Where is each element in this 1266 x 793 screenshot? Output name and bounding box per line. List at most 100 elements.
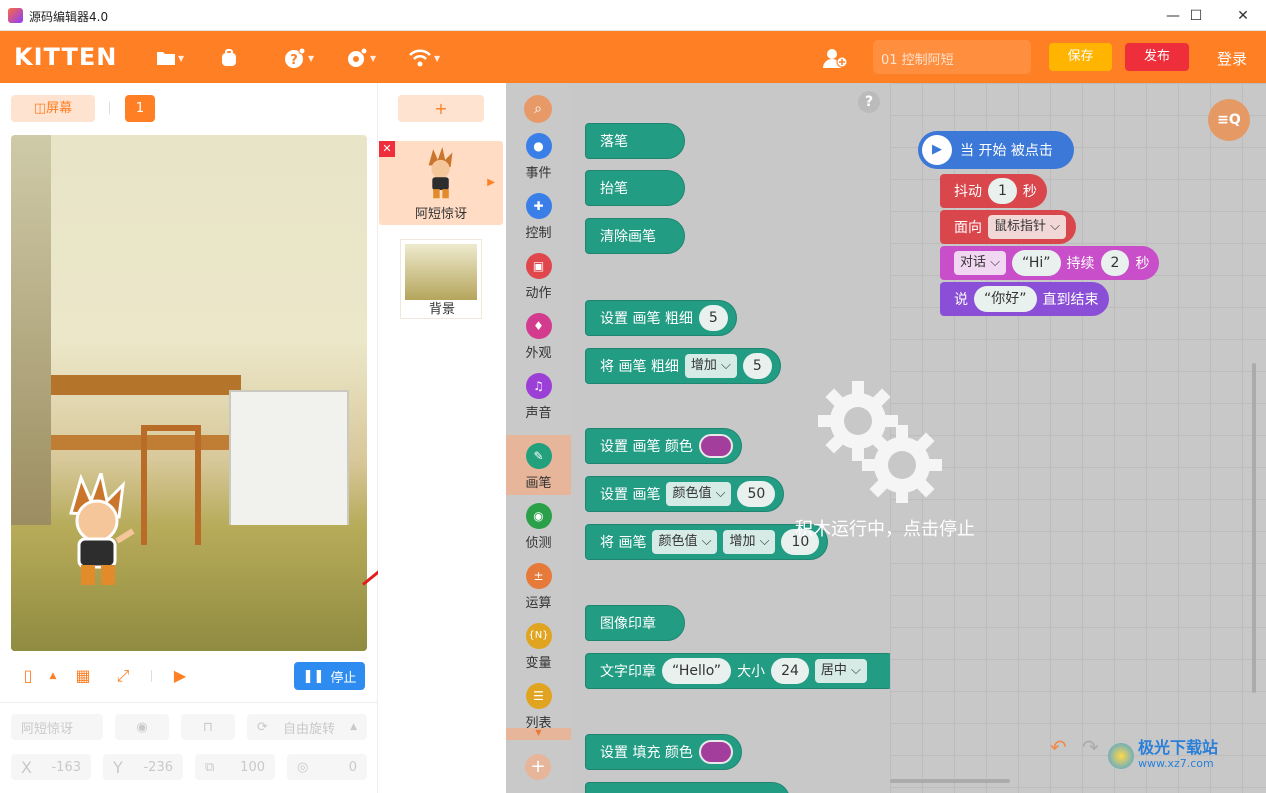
sprite-hero[interactable] <box>61 473 135 591</box>
stage-size-icon[interactable]: ▯ <box>19 667 37 685</box>
help-icon[interactable]: ? <box>858 91 880 113</box>
running-status-text[interactable]: 积木运行中，点击停止 <box>795 515 975 541</box>
block-search-icon[interactable]: ⌕ <box>524 95 552 123</box>
wifi-icon <box>409 49 431 67</box>
fullscreen-icon[interactable]: ⤢ <box>114 667 132 685</box>
undo-icon[interactable]: ↶ <box>1050 735 1067 759</box>
help-menu-button[interactable]: ? ▼ <box>284 47 314 69</box>
grid-icon[interactable]: ▦ <box>74 667 92 685</box>
publish-button[interactable]: 发布 <box>1125 43 1189 71</box>
file-menu-button[interactable]: ▼ <box>156 47 184 69</box>
stage-canvas[interactable] <box>11 135 367 651</box>
block-change-pen-size[interactable]: 将 画笔 粗细 增加 ⌵ 5 <box>585 348 781 384</box>
block-set-fill-color[interactable]: 设置 填充 颜色 <box>585 734 742 770</box>
resize-icon: ⧉ <box>205 759 215 775</box>
maximize-button[interactable]: ☐ <box>1173 0 1219 31</box>
kitten-logo: KITTEN <box>14 43 118 71</box>
block-face-towards[interactable]: 面向 鼠标指针 ⌵ <box>940 210 1077 244</box>
background-thumbnail <box>405 244 477 300</box>
watermark: 极光下载站 www.xz7.com <box>1108 740 1218 772</box>
workspace-search-icon[interactable]: ≡Q <box>1208 99 1250 141</box>
screen-icon: ◫ <box>33 101 47 116</box>
save-button[interactable]: 保存 <box>1049 43 1112 71</box>
stage-chair <box>141 425 201 545</box>
x-position-field[interactable]: X -163 <box>11 754 91 780</box>
redo-icon[interactable]: ↷ <box>1082 735 1099 759</box>
category-operators[interactable]: ± 运算 <box>506 563 571 623</box>
watermark-logo-icon <box>1108 743 1134 769</box>
block-dialog[interactable]: 对话 ⌵ “Hi” 持续 2 秒 <box>940 246 1160 280</box>
block-set-pen-size[interactable]: 设置 画笔 粗细 5 <box>585 300 737 336</box>
sensing-icon: ◉ <box>525 503 552 529</box>
caret-up-icon[interactable]: ▲ <box>44 667 62 685</box>
direction-field[interactable]: ◎ 0 <box>287 754 367 780</box>
network-menu-button[interactable]: ▼ <box>408 47 440 69</box>
category-control[interactable]: ✚ 控制 <box>506 193 571 253</box>
block-set-pen-color-value[interactable]: 设置 画笔 颜色值 ⌵ 50 <box>585 476 785 512</box>
block-clear-pen[interactable]: 清除画笔 <box>585 218 685 254</box>
color-swatch[interactable] <box>698 434 733 458</box>
stage-panel: ◫屏幕 1 ▯ ▲ ▦ ⤢ ▶ ❚❚ 停止 阿短惊讶 ◉ ⊓ ⟳ 自由旋转 ▲ X-… <box>0 83 378 793</box>
project-name-input[interactable]: 01 控制阿短 <box>873 40 1031 74</box>
eye-icon: ◉ <box>136 719 148 735</box>
sprite-name-field[interactable]: 阿短惊讶 <box>11 714 103 740</box>
collaborate-button[interactable] <box>821 47 849 69</box>
background-card[interactable]: 背景 <box>400 239 482 319</box>
screen-page-tab[interactable]: 1 <box>125 95 155 122</box>
block-when-start-clicked[interactable]: ▶ 当 开始 被点击 <box>918 131 1074 169</box>
pen-icon: ✎ <box>525 443 552 469</box>
horizontal-scrollbar[interactable] <box>890 779 1010 783</box>
lock-toggle[interactable]: ⊓ <box>181 714 235 740</box>
variables-icon: {N} <box>525 623 552 649</box>
stage-cabinet <box>229 390 349 530</box>
category-events[interactable]: ● 事件 <box>506 133 571 193</box>
block-say[interactable]: 说 “你好” 直到结束 <box>940 282 1109 316</box>
category-variables[interactable]: {N} 变量 <box>506 623 571 683</box>
close-window-button[interactable]: ✕ <box>1220 0 1266 31</box>
sprite-list-panel: + ✕ ▶ 阿短惊讶 背景 <box>378 83 506 793</box>
window-title: 源码编辑器4.0 <box>29 10 109 24</box>
block-change-pen-color[interactable]: 将 画笔 颜色值 ⌵ 增加 ⌵ 10 <box>585 524 829 560</box>
screen-button[interactable]: ◫屏幕 <box>11 95 95 122</box>
add-extension-icon[interactable]: + <box>525 754 551 780</box>
stop-button[interactable]: ❚❚ 停止 <box>294 662 365 690</box>
help-icon: ? <box>285 47 306 68</box>
category-motion[interactable]: ▣ 动作 <box>506 253 571 313</box>
settings-menu-button[interactable]: ▼ <box>346 47 376 69</box>
backpack-button[interactable] <box>219 47 239 69</box>
login-link[interactable]: 登录 <box>1217 48 1247 69</box>
block-text-stamp[interactable]: 文字印章 “Hello” 大小 24 居中 ⌵ <box>585 653 890 689</box>
folder-icon <box>157 52 175 65</box>
category-sensing[interactable]: ◉ 侦测 <box>506 503 571 563</box>
category-sound[interactable]: ♫ 声音 <box>506 373 571 433</box>
block-pen-up[interactable]: 抬笔 <box>585 170 685 206</box>
delete-sprite-icon[interactable]: ✕ <box>379 141 395 157</box>
block-stamp[interactable]: 图像印章 <box>585 605 685 641</box>
block-pen-down[interactable]: 落笔 <box>585 123 685 159</box>
add-sprite-button[interactable]: + <box>398 95 484 122</box>
lock-icon: ⊓ <box>202 719 214 735</box>
divider <box>0 702 378 703</box>
play-preview-icon[interactable]: ▶ <box>171 667 189 685</box>
script-workspace[interactable]: ≡Q ▶ 当 开始 被点击 抖动 1 秒 面向 鼠标指针 ⌵ 对话 ⌵ “Hi” 持续 2 秒… <box>890 83 1266 793</box>
size-field[interactable]: ⧉ 100 <box>195 754 275 780</box>
color-swatch[interactable] <box>698 740 733 764</box>
direction-icon: ◎ <box>297 759 309 775</box>
category-pen[interactable]: ✎ 画笔 <box>506 435 571 495</box>
y-position-field[interactable]: Y -236 <box>103 754 183 780</box>
motion-icon: ▣ <box>525 253 552 279</box>
sprite-card-selected[interactable]: ✕ ▶ 阿短惊讶 <box>379 141 503 225</box>
category-looks[interactable]: ♦ 外观 <box>506 313 571 373</box>
scroll-down-icon[interactable]: ▼ <box>506 728 571 740</box>
block-shake[interactable]: 抖动 1 秒 <box>940 174 1047 208</box>
svg-text:?: ? <box>290 53 298 68</box>
title-bar: 源码编辑器4.0 — ☐ ✕ <box>0 0 1266 31</box>
pause-icon: ❚❚ <box>302 668 325 684</box>
block-set-pen-color[interactable]: 设置 画笔 颜色 <box>585 428 742 464</box>
block-partial[interactable] <box>585 782 790 793</box>
vertical-scrollbar[interactable] <box>1252 363 1256 693</box>
background-label: 背景 <box>428 302 455 317</box>
visibility-toggle[interactable]: ◉ <box>115 714 169 740</box>
control-icon: ✚ <box>525 193 552 219</box>
rotation-mode-select[interactable]: ⟳ 自由旋转 ▲ <box>247 714 367 740</box>
